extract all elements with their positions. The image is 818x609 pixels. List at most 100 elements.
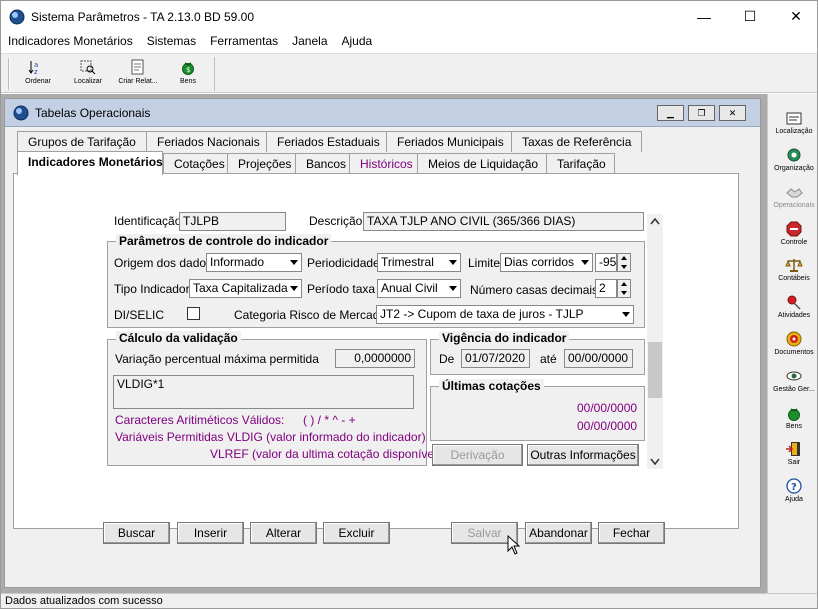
limite-number-field[interactable]: -95 xyxy=(595,253,617,272)
child-maximize-button[interactable]: ❐ xyxy=(688,105,715,121)
variacao-field[interactable]: 0,0000000 xyxy=(335,349,415,368)
origem-select-value: Informado xyxy=(210,255,265,269)
caracteres-value: ( ) / * ^ - + xyxy=(303,413,356,427)
fechar-button[interactable]: Fechar xyxy=(598,522,665,544)
derivacao-button[interactable]: Derivação xyxy=(432,444,523,466)
scroll-thumb[interactable] xyxy=(648,342,662,398)
scroll-down-icon[interactable] xyxy=(650,458,660,466)
close-button[interactable]: ✕ xyxy=(773,1,817,32)
rb-controle[interactable]: Controle xyxy=(768,221,817,246)
tipo-label: Tipo Indicador xyxy=(114,282,190,296)
rb-atividades[interactable]: Atividades xyxy=(768,294,817,319)
rb-gestao-label: Gestão Ger... xyxy=(773,386,815,393)
inserir-button[interactable]: Inserir xyxy=(177,522,244,544)
tab-indicadores-monetarios[interactable]: Indicadores Monetários xyxy=(17,151,163,175)
svg-text:z: z xyxy=(34,68,38,75)
outras-informacoes-button[interactable]: Outras Informações xyxy=(527,444,639,466)
rb-documentos[interactable]: Documentos xyxy=(768,331,817,356)
child-close-button[interactable]: ✕ xyxy=(719,105,746,121)
tab-tarifacao[interactable]: Tarifação xyxy=(546,153,615,174)
chevron-down-icon xyxy=(581,260,589,265)
tab-historicos[interactable]: Históricos xyxy=(349,153,419,174)
ordenar-label: Ordenar xyxy=(25,78,51,85)
rb-operacionais[interactable]: Operacionais xyxy=(768,184,817,209)
casas-spinner[interactable] xyxy=(617,279,631,298)
scroll-up-icon[interactable] xyxy=(650,217,660,225)
pushpin-icon xyxy=(787,295,801,310)
tab-projecoes[interactable]: Projeções xyxy=(227,153,297,174)
menu-ferramentas[interactable]: Ferramentas xyxy=(203,32,285,52)
handshake-icon xyxy=(786,188,803,198)
rb-atividades-label: Atividades xyxy=(777,312,811,319)
criar-relat-button[interactable]: Criar Relat... xyxy=(113,57,163,91)
rb-ajuda-label: Ajuda xyxy=(785,496,803,503)
limite-select[interactable]: Dias corridos xyxy=(500,253,593,272)
alterar-button[interactable]: Alterar xyxy=(250,522,317,544)
origem-label: Origem dos dados xyxy=(114,256,213,270)
rb-organizacao[interactable]: Organização xyxy=(768,147,817,172)
origem-select[interactable]: Informado xyxy=(206,253,302,272)
casas-field[interactable]: 2 xyxy=(595,279,617,298)
ordenar-button[interactable]: a z Ordenar xyxy=(13,57,63,91)
vlref-text: VLREF (valor da ultima cotação disponíve… xyxy=(210,447,441,461)
tab-taxas-referencia[interactable]: Taxas de Referência xyxy=(511,131,642,152)
periodicidade-select[interactable]: Trimestral xyxy=(377,253,461,272)
de-label: De xyxy=(439,352,455,366)
mouse-cursor-icon xyxy=(507,535,521,555)
right-shortcut-bar: Localização Organização Operacionais Con… xyxy=(767,94,817,594)
child-title: Tabelas Operacionais xyxy=(35,106,151,120)
identificacao-label: Identificação xyxy=(114,214,182,228)
ultimas-group-title: Últimas cotações xyxy=(439,379,544,393)
rb-gestao[interactable]: Gestão Ger... xyxy=(768,368,817,393)
menu-sistemas[interactable]: Sistemas xyxy=(140,32,203,52)
buscar-button[interactable]: Buscar xyxy=(103,522,170,544)
maximize-button[interactable]: ☐ xyxy=(727,1,773,32)
tab-feriados-municipais[interactable]: Feriados Municipais xyxy=(386,131,513,152)
diselic-checkbox[interactable] xyxy=(187,307,200,320)
descricao-field[interactable]: TAXA TJLP ANO CIVIL (365/366 DIAS) xyxy=(363,212,644,231)
ate-field[interactable]: 00/00/0000 xyxy=(564,349,633,368)
tab-bancos[interactable]: Bancos xyxy=(295,153,351,174)
tab-feriados-estaduais[interactable]: Feriados Estaduais xyxy=(266,131,388,152)
localizar-button[interactable]: Localizar xyxy=(63,57,113,91)
tab-grupos-tarifacao[interactable]: Grupos de Tarifação xyxy=(17,131,148,152)
vigencia-group-title: Vigência do indicador xyxy=(439,331,570,345)
minimize-button[interactable]: — xyxy=(681,1,727,32)
menu-ajuda[interactable]: Ajuda xyxy=(335,32,380,52)
tab-cotacoes[interactable]: Cotações xyxy=(163,153,229,174)
child-title-bar: Tabelas Operacionais ▁ ❐ ✕ xyxy=(5,99,760,127)
limite-label: Limite xyxy=(468,256,501,270)
abandonar-button[interactable]: Abandonar xyxy=(525,522,592,544)
child-minimize-button[interactable]: ▁ xyxy=(657,105,684,121)
svg-text:$: $ xyxy=(186,66,190,74)
tab-feriados-nacionais[interactable]: Feriados Nacionais xyxy=(146,131,268,152)
rb-ajuda[interactable]: ? Ajuda xyxy=(768,478,817,503)
periodo-select[interactable]: Anual Civil xyxy=(377,279,461,298)
spin-up-icon xyxy=(618,280,630,289)
find-icon xyxy=(80,60,96,75)
identificacao-field[interactable]: TJLPB xyxy=(179,212,286,231)
app-title: Sistema Parâmetros - TA 2.13.0 BD 59.00 xyxy=(31,10,254,24)
casas-label: Número casas decimais xyxy=(470,283,599,297)
rb-bens[interactable]: Bens xyxy=(768,405,817,430)
rb-sair-label: Sair xyxy=(787,459,801,466)
formula-textarea[interactable]: VLDIG*1 xyxy=(113,375,414,409)
tab-meios-liquidacao[interactable]: Meios de Liquidação xyxy=(417,153,548,174)
limite-spinner[interactable] xyxy=(617,253,631,272)
de-field[interactable]: 01/07/2020 xyxy=(461,349,530,368)
rb-contabeis[interactable]: Contábeis xyxy=(768,257,817,282)
categoria-select[interactable]: JT2 -> Cupom de taxa de juros - TJLP xyxy=(376,305,634,324)
menu-indicadores[interactable]: Indicadores Monetários xyxy=(1,32,140,52)
status-bar: Dados atualizados com sucesso xyxy=(1,593,817,608)
chevron-down-icon xyxy=(622,312,630,317)
app-globe-icon xyxy=(9,9,25,25)
menu-janela[interactable]: Janela xyxy=(285,32,334,52)
scales-icon xyxy=(785,259,803,272)
bens-button[interactable]: $ Bens xyxy=(163,57,213,91)
spin-up-icon xyxy=(618,254,630,263)
tipo-select[interactable]: Taxa Capitalizada xyxy=(189,279,302,298)
rb-localizacao[interactable]: Localização xyxy=(768,110,817,135)
excluir-button[interactable]: Excluir xyxy=(323,522,390,544)
rb-sair[interactable]: Sair xyxy=(768,441,817,466)
tipo-select-value: Taxa Capitalizada xyxy=(193,281,288,295)
